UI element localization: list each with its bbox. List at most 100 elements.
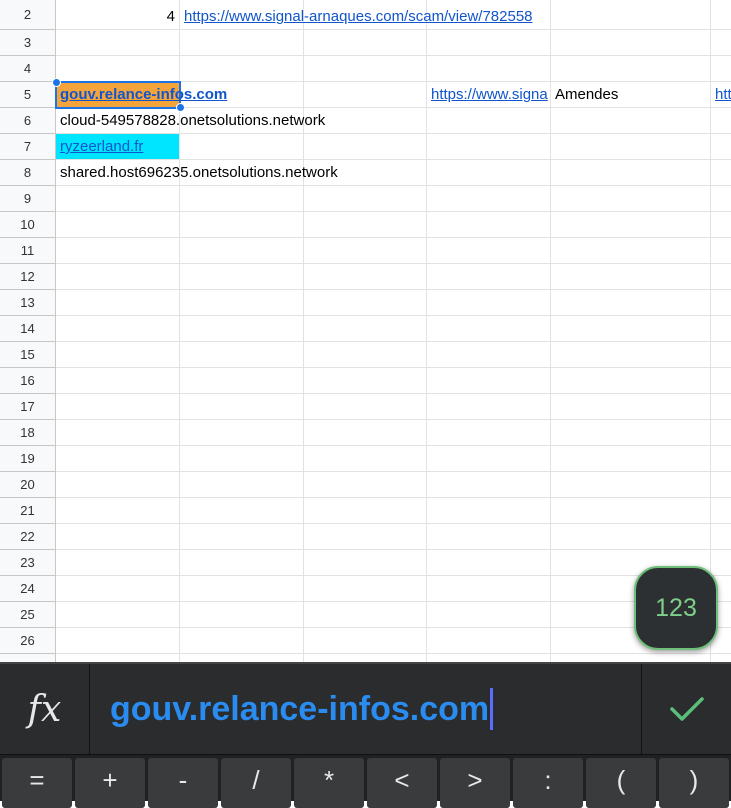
- grid-cell[interactable]: [551, 186, 711, 212]
- row-header[interactable]: 18: [0, 420, 56, 446]
- grid-cell[interactable]: 4: [56, 0, 180, 30]
- grid-cell[interactable]: [180, 420, 304, 446]
- grid-cell[interactable]: [180, 290, 304, 316]
- row-header[interactable]: 21: [0, 498, 56, 524]
- grid-cell[interactable]: [180, 628, 304, 654]
- grid-cell[interactable]: [551, 0, 711, 30]
- grid-cell[interactable]: [711, 290, 731, 316]
- grid-cell[interactable]: [427, 186, 551, 212]
- row-header[interactable]: 6: [0, 108, 56, 134]
- row-header[interactable]: 3: [0, 30, 56, 56]
- grid-cell[interactable]: [427, 108, 551, 134]
- grid-cell[interactable]: [304, 602, 427, 628]
- grid-cell[interactable]: [304, 342, 427, 368]
- row-header[interactable]: 19: [0, 446, 56, 472]
- grid-cell[interactable]: [180, 56, 304, 82]
- grid-cell[interactable]: [180, 134, 304, 160]
- grid-cell[interactable]: https://www.signal-arnaques.com/scam/vie…: [180, 0, 533, 30]
- grid-cell[interactable]: [551, 30, 711, 56]
- key-button[interactable]: <: [367, 758, 437, 808]
- grid-cell[interactable]: [427, 56, 551, 82]
- grid-cell[interactable]: [551, 368, 711, 394]
- grid-cell[interactable]: [427, 420, 551, 446]
- grid-cell[interactable]: [427, 160, 551, 186]
- grid-cell[interactable]: [711, 30, 731, 56]
- grid-cell[interactable]: [427, 602, 551, 628]
- grid-cell[interactable]: [56, 264, 180, 290]
- grid-cell[interactable]: [56, 342, 180, 368]
- row-header[interactable]: 24: [0, 576, 56, 602]
- selection-handle-top-left[interactable]: [52, 78, 61, 87]
- cell-link[interactable]: https://www.signa: [431, 82, 548, 107]
- grid-cell[interactable]: [551, 394, 711, 420]
- grid-cell[interactable]: [711, 316, 731, 342]
- grid-cell[interactable]: [180, 238, 304, 264]
- grid-cell[interactable]: [711, 342, 731, 368]
- grid-cell[interactable]: [180, 576, 304, 602]
- selected-cell[interactable]: gouv.relance-infos.com: [55, 81, 227, 109]
- grid-cell[interactable]: [551, 264, 711, 290]
- key-button[interactable]: *: [294, 758, 364, 808]
- grid-cell[interactable]: [304, 550, 427, 576]
- grid-cell[interactable]: [711, 264, 731, 290]
- grid-cell[interactable]: [304, 264, 427, 290]
- grid-cell[interactable]: htt: [711, 82, 731, 108]
- grid-cell[interactable]: [56, 498, 180, 524]
- grid-cell[interactable]: [180, 498, 304, 524]
- function-fx-icon[interactable]: fx: [0, 664, 90, 754]
- grid-cell[interactable]: [427, 446, 551, 472]
- grid-cell[interactable]: [56, 654, 180, 662]
- row-header[interactable]: 11: [0, 238, 56, 264]
- grid-cell[interactable]: [427, 394, 551, 420]
- grid-cell[interactable]: [56, 30, 180, 56]
- key-button[interactable]: -: [148, 758, 218, 808]
- grid-cell[interactable]: [551, 472, 711, 498]
- grid-cell[interactable]: [304, 654, 427, 662]
- spreadsheet-grid[interactable]: 2 4 https://www.signal-arnaques.com/scam/v…: [0, 0, 731, 662]
- grid-cell[interactable]: [427, 498, 551, 524]
- grid-cell[interactable]: [56, 212, 180, 238]
- grid-cell[interactable]: [711, 550, 731, 576]
- grid-cell[interactable]: [427, 654, 551, 662]
- grid-cell[interactable]: [711, 238, 731, 264]
- grid-cell[interactable]: [551, 238, 711, 264]
- row-header[interactable]: 17: [0, 394, 56, 420]
- grid-cell[interactable]: [711, 654, 731, 662]
- grid-cell[interactable]: [711, 472, 731, 498]
- grid-cell[interactable]: [56, 524, 180, 550]
- grid-cell[interactable]: [711, 446, 731, 472]
- grid-cell[interactable]: [427, 368, 551, 394]
- grid-cell[interactable]: [180, 264, 304, 290]
- row-header[interactable]: 10: [0, 212, 56, 238]
- grid-cell[interactable]: cloud-549578828.onetsolutions.network: [56, 108, 325, 134]
- grid-cell[interactable]: [304, 186, 427, 212]
- grid-cell[interactable]: [427, 628, 551, 654]
- grid-cell[interactable]: [427, 212, 551, 238]
- grid-cell[interactable]: [427, 316, 551, 342]
- grid-cell[interactable]: [180, 368, 304, 394]
- row-header[interactable]: 16: [0, 368, 56, 394]
- grid-cell[interactable]: [56, 238, 180, 264]
- grid-cell[interactable]: [304, 472, 427, 498]
- grid-cell[interactable]: [711, 498, 731, 524]
- row-header[interactable]: 4: [0, 56, 56, 82]
- selection-handle-bottom-right[interactable]: [176, 103, 185, 112]
- grid-cell[interactable]: [551, 524, 711, 550]
- row-header[interactable]: 26: [0, 628, 56, 654]
- grid-cell[interactable]: [304, 290, 427, 316]
- grid-cell[interactable]: https://www.signa: [427, 82, 551, 108]
- grid-cell[interactable]: [180, 316, 304, 342]
- grid-cell[interactable]: [711, 134, 731, 160]
- grid-cell[interactable]: [56, 394, 180, 420]
- grid-cell[interactable]: [304, 368, 427, 394]
- row-header[interactable]: 8: [0, 160, 56, 186]
- key-button[interactable]: :: [513, 758, 583, 808]
- formula-input[interactable]: gouv.relance-infos.com: [90, 664, 640, 754]
- grid-cell[interactable]: [56, 550, 180, 576]
- row-header[interactable]: 12: [0, 264, 56, 290]
- grid-cell[interactable]: [56, 290, 180, 316]
- row-header[interactable]: 13: [0, 290, 56, 316]
- grid-cell[interactable]: [180, 212, 304, 238]
- grid-cell[interactable]: [304, 394, 427, 420]
- grid-cell[interactable]: ryzeerland.fr: [56, 134, 180, 160]
